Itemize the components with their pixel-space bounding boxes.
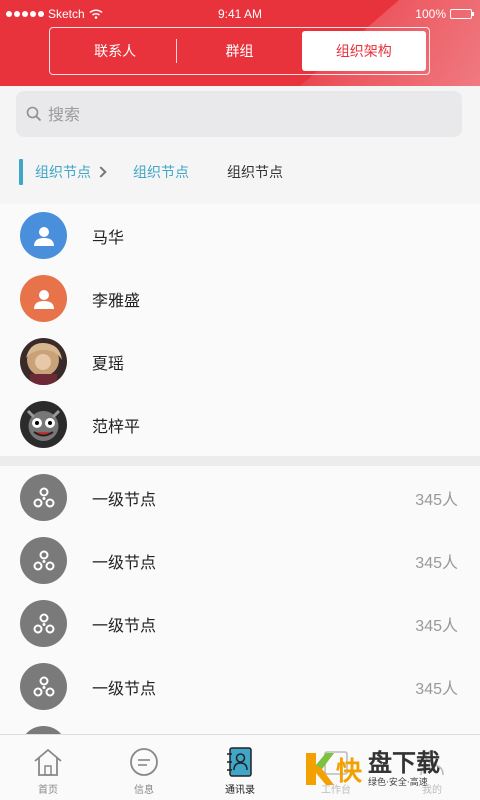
tab-messages[interactable]: 信息	[96, 735, 192, 800]
person-name: 李雅盛	[92, 290, 141, 310]
watermark: 快 盘下载 绿色·安全·高速	[304, 746, 474, 792]
list-item-node[interactable]: 一级节点 345人	[0, 466, 480, 529]
avatar-photo	[20, 338, 67, 385]
list-item-person[interactable]: 马华	[0, 204, 480, 267]
tab-label: 信息	[134, 785, 154, 796]
person-icon	[20, 275, 67, 322]
message-icon	[130, 748, 158, 776]
battery-icon	[450, 9, 474, 19]
chevron-right-icon	[95, 166, 107, 178]
watermark-subtitle: 绿色·安全·高速	[368, 777, 428, 788]
battery-percent: 100%	[415, 7, 446, 21]
search-bar[interactable]	[16, 91, 462, 137]
header: Sketch 9:41 AM 100% 联系人 群组 组织架构	[0, 0, 480, 86]
tab-home[interactable]: 首页	[0, 735, 96, 800]
org-node-icon	[20, 537, 67, 584]
list-item-node[interactable]: 一级节点 345人	[0, 592, 480, 655]
person-name: 夏瑶	[92, 353, 125, 373]
tab-contacts[interactable]: 通讯录	[192, 735, 288, 800]
search-icon	[26, 106, 42, 122]
tab-label: 通讯录	[225, 785, 255, 796]
contacts-icon	[227, 747, 252, 777]
status-bar: Sketch 9:41 AM 100%	[0, 4, 480, 26]
node-name: 一级节点	[92, 615, 157, 635]
node-name: 一级节点	[92, 678, 157, 698]
breadcrumb: 组织节点 组织节点 组织节点	[0, 150, 480, 194]
segmented-control: 联系人 群组 组织架构	[49, 27, 430, 75]
avatar-photo	[20, 401, 67, 448]
contact-list: 马华 李雅盛 夏瑶 范梓平 一级节点 345人 一级节点 345人 一级节点 3…	[0, 204, 480, 781]
segment-groups[interactable]: 群组	[177, 31, 301, 71]
org-node-icon	[20, 663, 67, 710]
list-item-person[interactable]: 范梓平	[0, 393, 480, 456]
watermark-title: 盘下载	[368, 748, 441, 777]
member-count: 345人	[415, 617, 458, 635]
segment-contacts[interactable]: 联系人	[53, 31, 178, 71]
list-item-node[interactable]: 一级节点 345人	[0, 529, 480, 592]
breadcrumb-item-2[interactable]: 组织节点	[133, 162, 189, 182]
breadcrumb-indicator	[19, 159, 23, 185]
node-name: 一级节点	[92, 552, 157, 572]
member-count: 345人	[415, 491, 458, 509]
member-count: 345人	[415, 554, 458, 572]
segment-org-structure[interactable]: 组织架构	[301, 31, 426, 71]
watermark-logo-icon	[306, 753, 334, 785]
person-icon	[20, 212, 67, 259]
breadcrumb-item-1[interactable]: 组织节点	[35, 162, 91, 182]
breadcrumb-current: 组织节点	[227, 165, 283, 181]
search-input[interactable]	[48, 104, 428, 124]
org-node-icon	[20, 474, 67, 521]
home-icon	[34, 748, 62, 776]
clock: 9:41 AM	[217, 7, 263, 21]
list-item-person[interactable]: 夏瑶	[0, 330, 480, 393]
section-divider	[0, 456, 480, 466]
member-count: 345人	[415, 680, 458, 698]
node-name: 一级节点	[92, 489, 157, 509]
person-name: 范梓平	[92, 416, 141, 436]
org-node-icon	[20, 600, 67, 647]
person-name: 马华	[92, 227, 125, 247]
tab-label: 首页	[38, 785, 58, 796]
list-item-person[interactable]: 李雅盛	[0, 267, 480, 330]
list-item-node[interactable]: 一级节点 345人	[0, 655, 480, 718]
watermark-logo-char: 快	[336, 756, 363, 787]
